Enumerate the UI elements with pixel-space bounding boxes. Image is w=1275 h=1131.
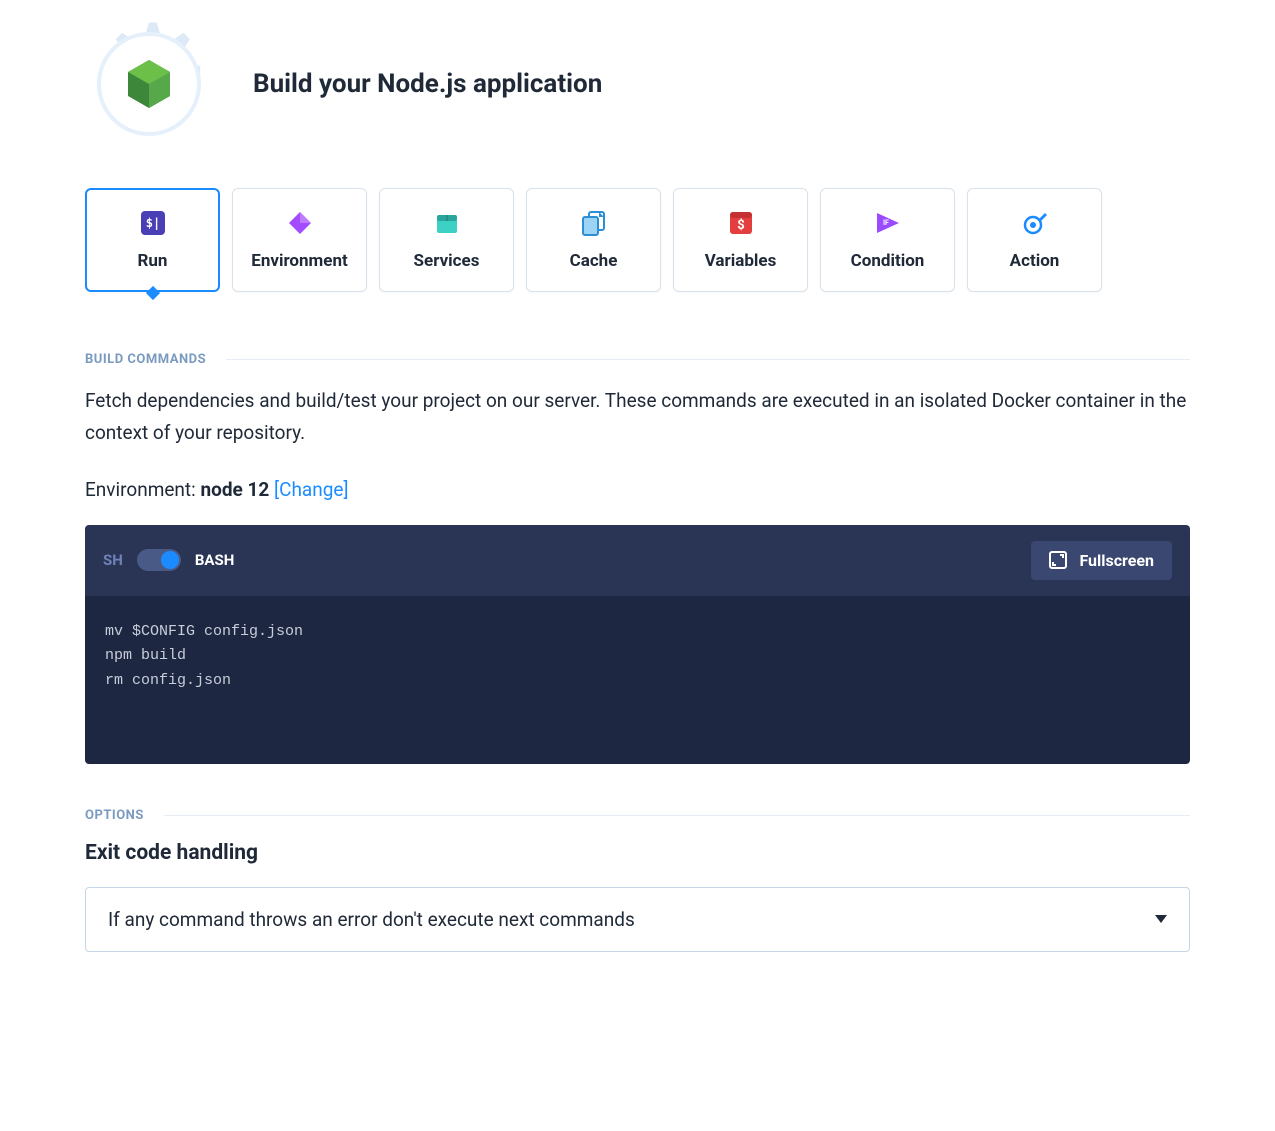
env-prefix: Environment: xyxy=(85,478,200,501)
tab-action[interactable]: Action xyxy=(967,188,1102,292)
box-icon xyxy=(433,209,461,237)
env-name: node 12 xyxy=(200,478,269,501)
bash-label: BASH xyxy=(195,551,234,569)
tab-label: Cache xyxy=(570,251,618,271)
select-value: If any command throws an error don't exe… xyxy=(108,908,635,931)
code-textarea[interactable]: mv $CONFIG config.json npm build rm conf… xyxy=(85,596,1190,764)
tab-condition[interactable]: IF Condition xyxy=(820,188,955,292)
dollar-icon: $ xyxy=(727,209,755,237)
fullscreen-button[interactable]: Fullscreen xyxy=(1031,541,1172,580)
tabs: $| Run Environment Services Cache $ Vari… xyxy=(85,188,1190,292)
tab-label: Action xyxy=(1010,251,1060,271)
section-label-text: OPTIONS xyxy=(85,808,144,823)
play-if-icon: IF xyxy=(874,209,902,237)
section-build-commands: BUILD COMMANDS xyxy=(85,352,1190,367)
gear-wrench-icon xyxy=(1021,209,1049,237)
tab-label: Run xyxy=(138,251,168,271)
nodejs-icon xyxy=(126,58,172,110)
svg-text:$|: $| xyxy=(145,216,159,230)
exit-code-select[interactable]: If any command throws an error don't exe… xyxy=(85,887,1190,952)
tab-run[interactable]: $| Run xyxy=(85,188,220,292)
fullscreen-icon xyxy=(1049,551,1067,569)
fullscreen-label: Fullscreen xyxy=(1079,551,1154,570)
svg-text:$: $ xyxy=(737,218,744,233)
tab-services[interactable]: Services xyxy=(379,188,514,292)
action-badge xyxy=(85,20,213,148)
build-description: Fetch dependencies and build/test your p… xyxy=(85,385,1190,450)
tab-label: Variables xyxy=(705,251,777,271)
tab-cache[interactable]: Cache xyxy=(526,188,661,292)
tab-label: Environment xyxy=(251,251,347,271)
tab-environment[interactable]: Environment xyxy=(232,188,367,292)
diamond-icon xyxy=(286,209,314,237)
tab-label: Condition xyxy=(851,251,925,271)
shell-toggle[interactable] xyxy=(137,549,181,571)
page-title: Build your Node.js application xyxy=(253,69,602,99)
header: Build your Node.js application xyxy=(85,20,1190,148)
shell-switch: SH BASH xyxy=(103,549,234,571)
svg-text:IF: IF xyxy=(883,219,889,227)
tab-label: Services xyxy=(414,251,480,271)
terminal-icon: $| xyxy=(139,209,167,237)
sh-label: SH xyxy=(103,551,123,569)
files-icon xyxy=(580,209,608,237)
section-label-text: BUILD COMMANDS xyxy=(85,352,206,367)
code-editor: SH BASH Fullscreen mv $CONFIG config.jso… xyxy=(85,525,1190,764)
change-environment-link[interactable]: [Change] xyxy=(274,478,348,501)
chevron-down-icon xyxy=(1155,915,1167,923)
section-options: OPTIONS xyxy=(85,808,1190,823)
environment-line: Environment: node 12 [Change] xyxy=(85,478,1190,501)
tab-variables[interactable]: $ Variables xyxy=(673,188,808,292)
exit-code-title: Exit code handling xyxy=(85,841,1190,865)
editor-toolbar: SH BASH Fullscreen xyxy=(85,525,1190,596)
